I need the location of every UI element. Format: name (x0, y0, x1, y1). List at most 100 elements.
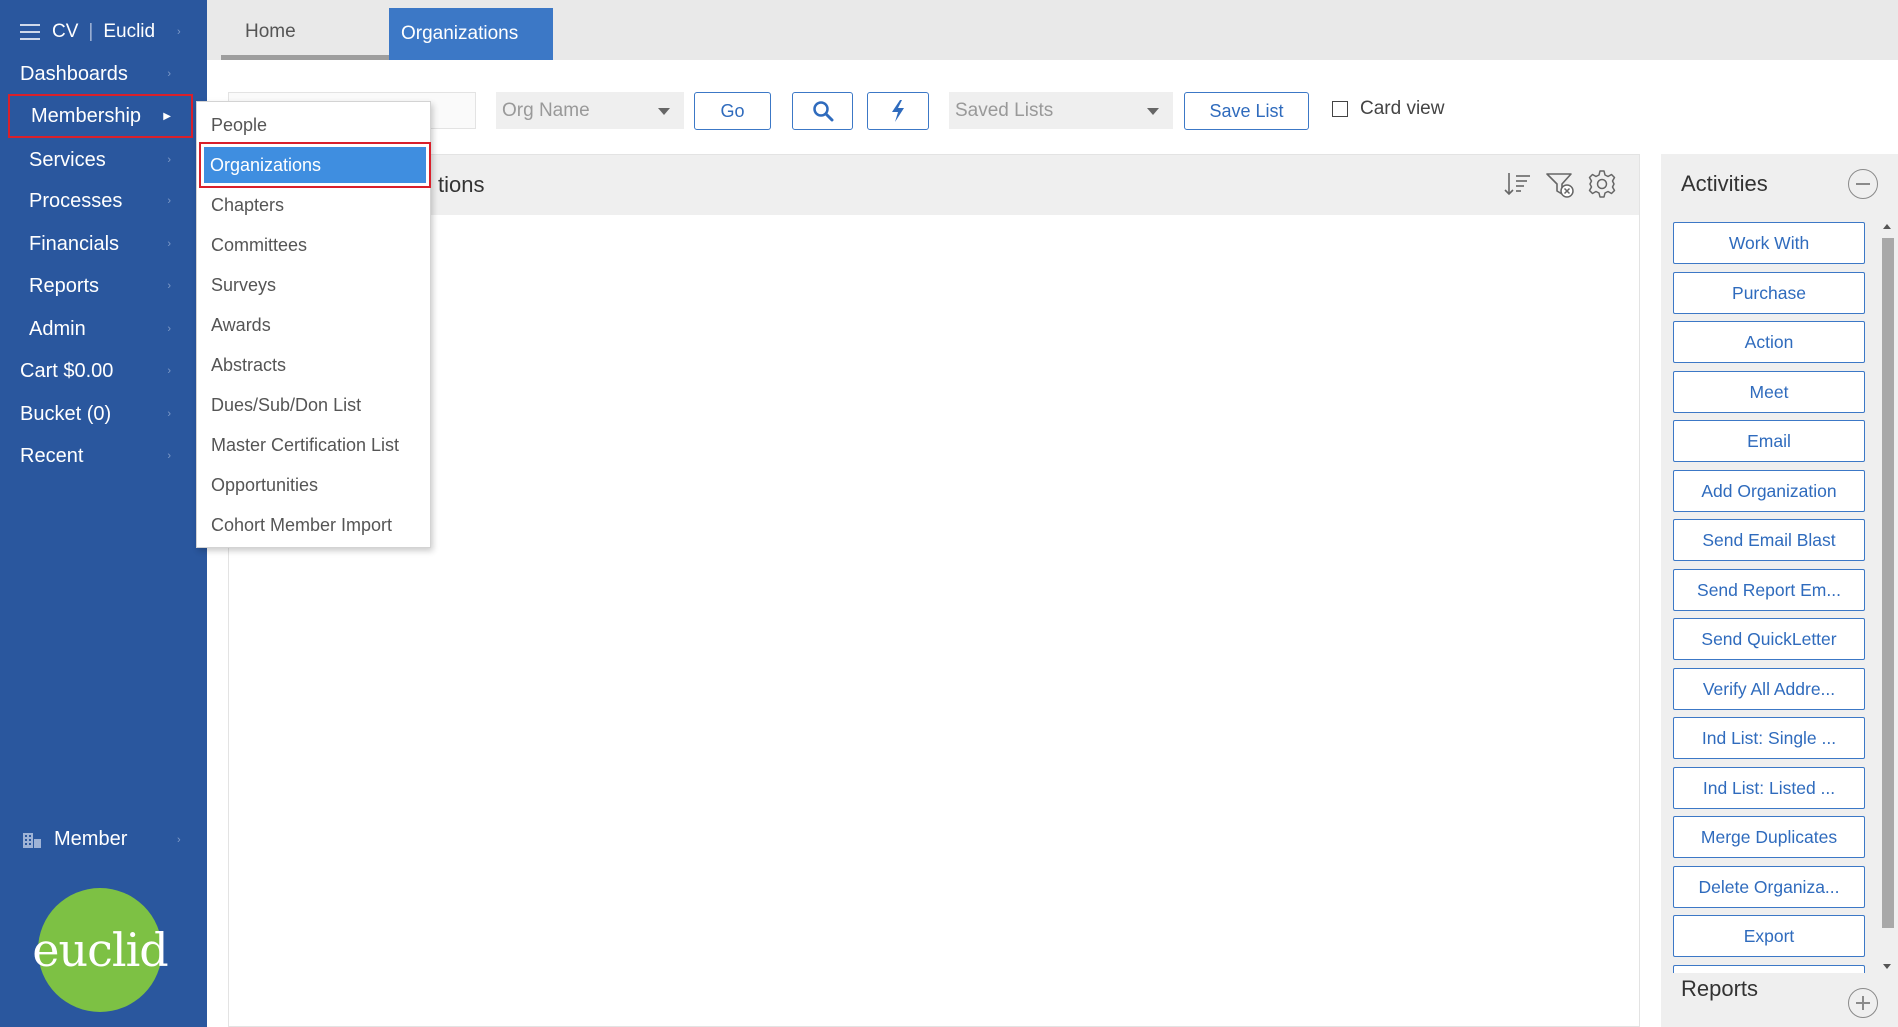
sidebar-item-membership[interactable]: Membership ▶ (8, 94, 193, 138)
sidebar-item-label: Financials (29, 232, 120, 255)
sidebar-item-label: Dashboards (20, 62, 128, 85)
button-label: Go (720, 100, 745, 121)
sidebar-item-label: Membership (31, 104, 142, 127)
button-label: Send QuickLetter (1701, 628, 1837, 649)
card-view-checkbox[interactable] (1332, 101, 1348, 117)
email-button[interactable]: Email (1673, 420, 1865, 462)
scroll-thumb[interactable] (1882, 238, 1894, 928)
collapse-icon[interactable] (1848, 169, 1878, 199)
chevron-right-icon: › (167, 238, 171, 250)
menu-item-dues-sub-don-list[interactable]: Dues/Sub/Don List (211, 390, 361, 420)
button-label: Work With (1728, 232, 1810, 253)
search-icon (812, 101, 833, 122)
send-email-blast-button[interactable]: Send Email Blast (1673, 519, 1865, 561)
ind-list-listed-button[interactable]: Ind List: Listed ... (1673, 767, 1865, 809)
chevron-right-icon: › (167, 195, 171, 207)
caret-down-icon (1147, 108, 1159, 115)
sidebar-item-processes[interactable]: Processes › (8, 179, 193, 223)
menu-item-organizations[interactable]: Organizations (199, 142, 431, 188)
meet-button[interactable]: Meet (1673, 371, 1865, 413)
tab-home[interactable]: Home (221, 8, 391, 60)
tab-bar: Home Organizations (207, 0, 1898, 60)
menu-item-surveys[interactable]: Surveys (211, 270, 276, 300)
button-label: Save List (1209, 100, 1284, 121)
go-button[interactable]: Go (694, 92, 771, 130)
panel-title: tions (438, 172, 485, 197)
activities-scrollbar[interactable] (1879, 218, 1896, 973)
save-list-button[interactable]: Save List (1184, 92, 1309, 130)
app-switcher[interactable]: CV | Euclid (20, 20, 155, 44)
merge-duplicates-button[interactable]: Merge Duplicates (1673, 816, 1865, 858)
menu-item-opportunities[interactable]: Opportunities (211, 470, 318, 500)
tab-label: Organizations (401, 23, 519, 44)
sidebar-item-admin[interactable]: Admin › (8, 307, 193, 351)
quick-action-button[interactable] (867, 92, 929, 130)
euclid-logo: euclid (32, 888, 169, 1012)
sidebar-item-reports[interactable]: Reports › (8, 264, 193, 308)
menu-item-chapters[interactable]: Chapters (211, 190, 284, 220)
divider: | (88, 21, 94, 42)
sidebar-item-label: Cart $0.00 (20, 359, 114, 382)
verify-all-addresses-button[interactable]: Verify All Addre... (1673, 668, 1865, 710)
panel-header: tions (229, 155, 1639, 215)
menu-item-people[interactable]: People (211, 110, 267, 140)
search-button[interactable] (792, 92, 853, 130)
activity-button-partial[interactable] (1673, 965, 1865, 973)
menu-item-master-certification-list[interactable]: Master Certification List (211, 430, 399, 460)
app-name: CV (52, 21, 79, 42)
menu-item-label: Cohort Member Import (211, 514, 393, 535)
member-context[interactable]: Member › (22, 828, 181, 851)
sidebar-item-services[interactable]: Services › (8, 138, 193, 182)
menu-item-abstracts[interactable]: Abstracts (211, 350, 286, 380)
menu-item-label: Chapters (211, 194, 285, 215)
scroll-up-icon[interactable] (1883, 224, 1891, 229)
button-label: Meet (1749, 381, 1789, 402)
sidebar-item-cart[interactable]: Cart $0.00 › (8, 349, 193, 393)
button-label: Purchase (1732, 282, 1806, 303)
send-report-email-button[interactable]: Send Report Em... (1673, 569, 1865, 611)
clear-filter-icon[interactable] (1545, 169, 1575, 199)
tab-label: Home (245, 20, 296, 42)
menu-item-committees[interactable]: Committees (211, 230, 307, 260)
tab-organizations[interactable]: Organizations (389, 8, 553, 60)
org-name-dropdown[interactable]: Org Name (496, 92, 684, 129)
menu-item-awards[interactable]: Awards (211, 310, 271, 340)
menu-item-label: Surveys (211, 274, 277, 295)
hamburger-menu-icon[interactable] (20, 24, 40, 40)
main-panel: tions (228, 154, 1640, 1027)
button-label: Add Organization (1701, 480, 1837, 501)
sidebar-item-bucket[interactable]: Bucket (0) › (8, 392, 193, 436)
chevron-right-icon: › (167, 365, 171, 377)
gear-icon[interactable] (1587, 169, 1617, 199)
add-organization-button[interactable]: Add Organization (1673, 470, 1865, 512)
menu-item-label: People (211, 114, 268, 135)
chevron-right-icon: › (177, 833, 181, 846)
export-button[interactable]: Export (1673, 915, 1865, 957)
ind-list-single-button[interactable]: Ind List: Single ... (1673, 717, 1865, 759)
expand-icon[interactable] (1848, 988, 1878, 1018)
sidebar-item-label: Reports (29, 274, 100, 297)
membership-flyout-menu: People Organizations Chapters Committees… (196, 101, 431, 548)
member-label: Member (54, 828, 128, 850)
menu-item-label: Master Certification List (211, 434, 400, 455)
send-quickletter-button[interactable]: Send QuickLetter (1673, 618, 1865, 660)
sidebar-item-financials[interactable]: Financials › (8, 222, 193, 266)
action-button[interactable]: Action (1673, 321, 1865, 363)
button-label: Send Report Em... (1697, 579, 1841, 600)
menu-item-label: Committees (211, 234, 308, 255)
sidebar-item-dashboards[interactable]: Dashboards › (8, 52, 193, 96)
card-view-toggle[interactable]: Card view (1332, 98, 1444, 120)
chevron-right-icon: › (167, 450, 171, 462)
menu-item-cohort-member-import[interactable]: Cohort Member Import (211, 510, 392, 540)
sort-icon[interactable] (1503, 169, 1533, 199)
sidebar-item-recent[interactable]: Recent › (8, 434, 193, 478)
button-label: Delete Organiza... (1698, 876, 1840, 897)
purchase-button[interactable]: Purchase (1673, 272, 1865, 314)
saved-lists-dropdown[interactable]: Saved Lists (949, 92, 1173, 129)
menu-item-label: Opportunities (211, 474, 319, 495)
delete-organization-button[interactable]: Delete Organiza... (1673, 866, 1865, 908)
caret-right-icon: ▶ (163, 110, 171, 122)
card-view-label: Card view (1360, 98, 1445, 119)
work-with-button[interactable]: Work With (1673, 222, 1865, 264)
scroll-down-icon[interactable] (1883, 964, 1891, 969)
